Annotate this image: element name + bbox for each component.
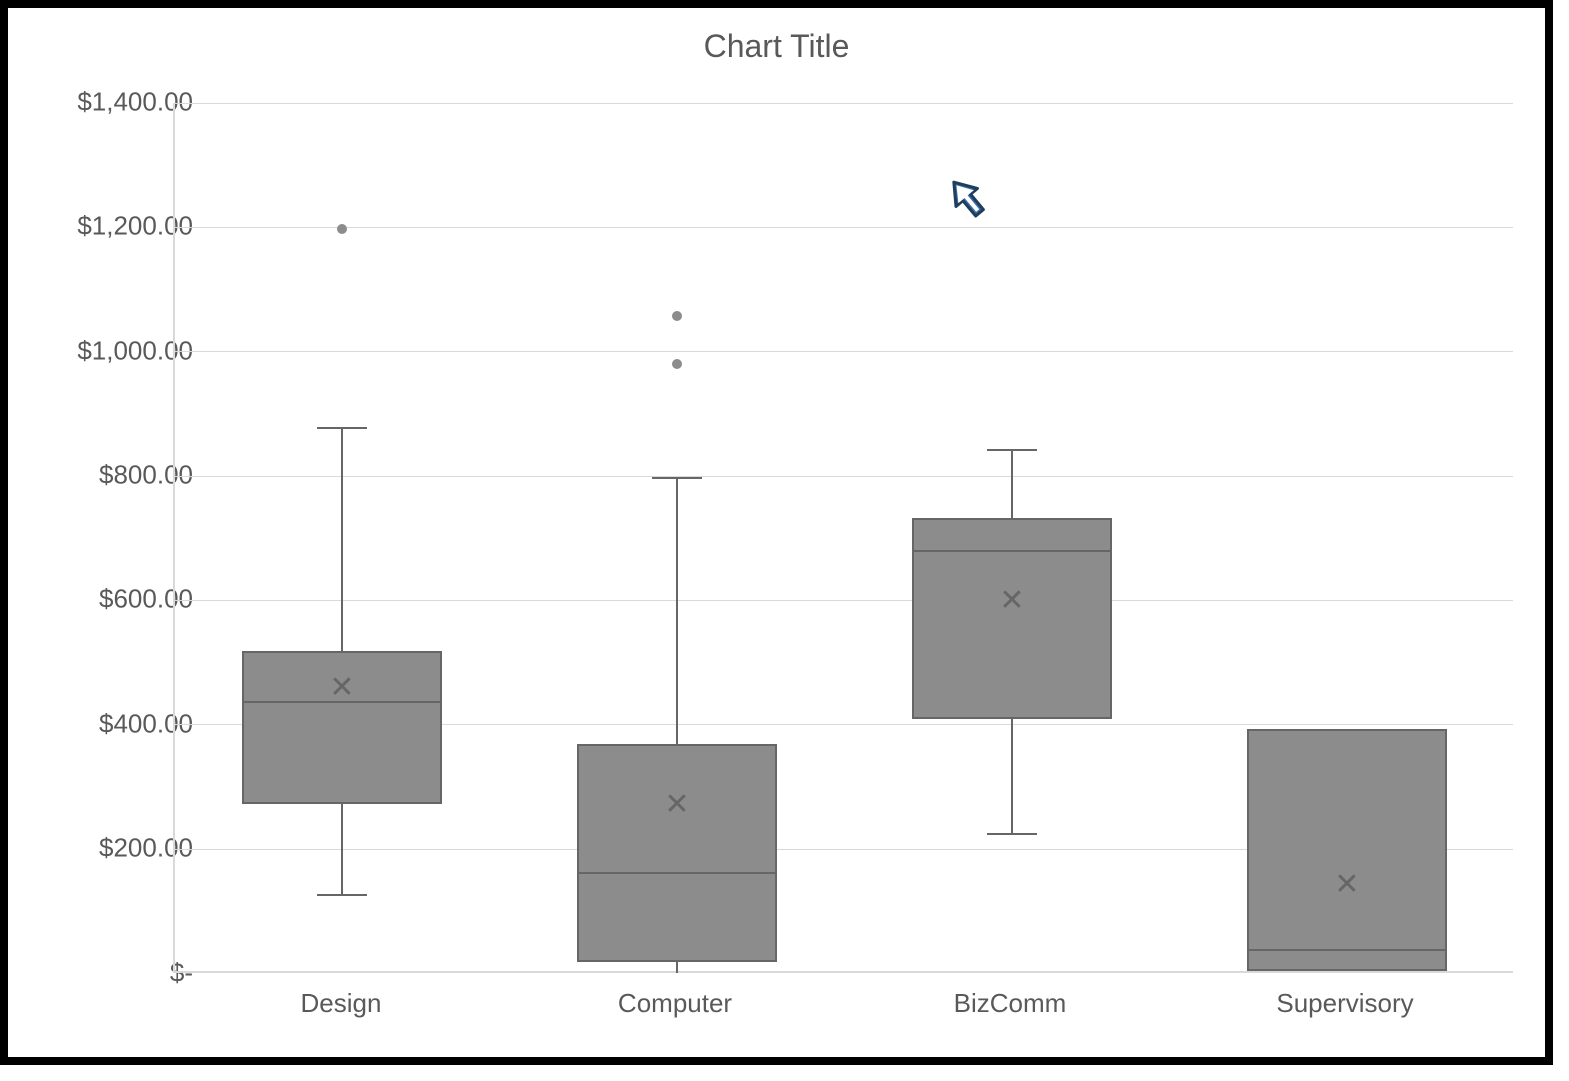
box-supervisory[interactable] [1247, 729, 1447, 971]
whisker-cap-bizcomm-bot [987, 833, 1037, 835]
chart-title: Chart Title [8, 28, 1545, 65]
y-tick-6: $1,200.00 [33, 211, 193, 242]
y-tick-7: $1,400.00 [33, 87, 193, 118]
y-tick-4: $800.00 [33, 460, 193, 491]
median-bizcomm [912, 550, 1112, 552]
outlier-design-1 [337, 224, 347, 234]
mean-supervisory: ✕ [1334, 870, 1359, 900]
mean-computer: ✕ [664, 790, 689, 820]
plot-area[interactable]: ✕ ✕ ✕ ✕ [173, 103, 1513, 973]
mean-bizcomm: ✕ [999, 586, 1024, 616]
whisker-cap-computer-top [652, 477, 702, 479]
x-tick-0: Design [301, 988, 382, 1019]
x-tick-2: BizComm [954, 988, 1067, 1019]
y-tick-2: $400.00 [33, 709, 193, 740]
whisker-cap-design-top [317, 427, 367, 429]
outlier-computer-2 [672, 359, 682, 369]
x-tick-3: Supervisory [1276, 988, 1413, 1019]
whisker-cap-design-bot [317, 894, 367, 896]
median-supervisory [1247, 949, 1447, 951]
x-tick-1: Computer [618, 988, 732, 1019]
y-tick-5: $1,000.00 [33, 336, 193, 367]
box-computer[interactable] [577, 744, 777, 962]
y-tick-3: $600.00 [33, 584, 193, 615]
whisker-cap-bizcomm-top [987, 449, 1037, 451]
median-computer [577, 872, 777, 874]
mean-design: ✕ [329, 673, 354, 703]
y-tick-0: $- [33, 958, 193, 989]
outlier-computer-1 [672, 311, 682, 321]
box-bizcomm[interactable] [912, 518, 1112, 719]
y-tick-1: $200.00 [33, 833, 193, 864]
chart-frame: Chart Title $- $200.00 $400.00 $600.00 $… [0, 0, 1553, 1065]
